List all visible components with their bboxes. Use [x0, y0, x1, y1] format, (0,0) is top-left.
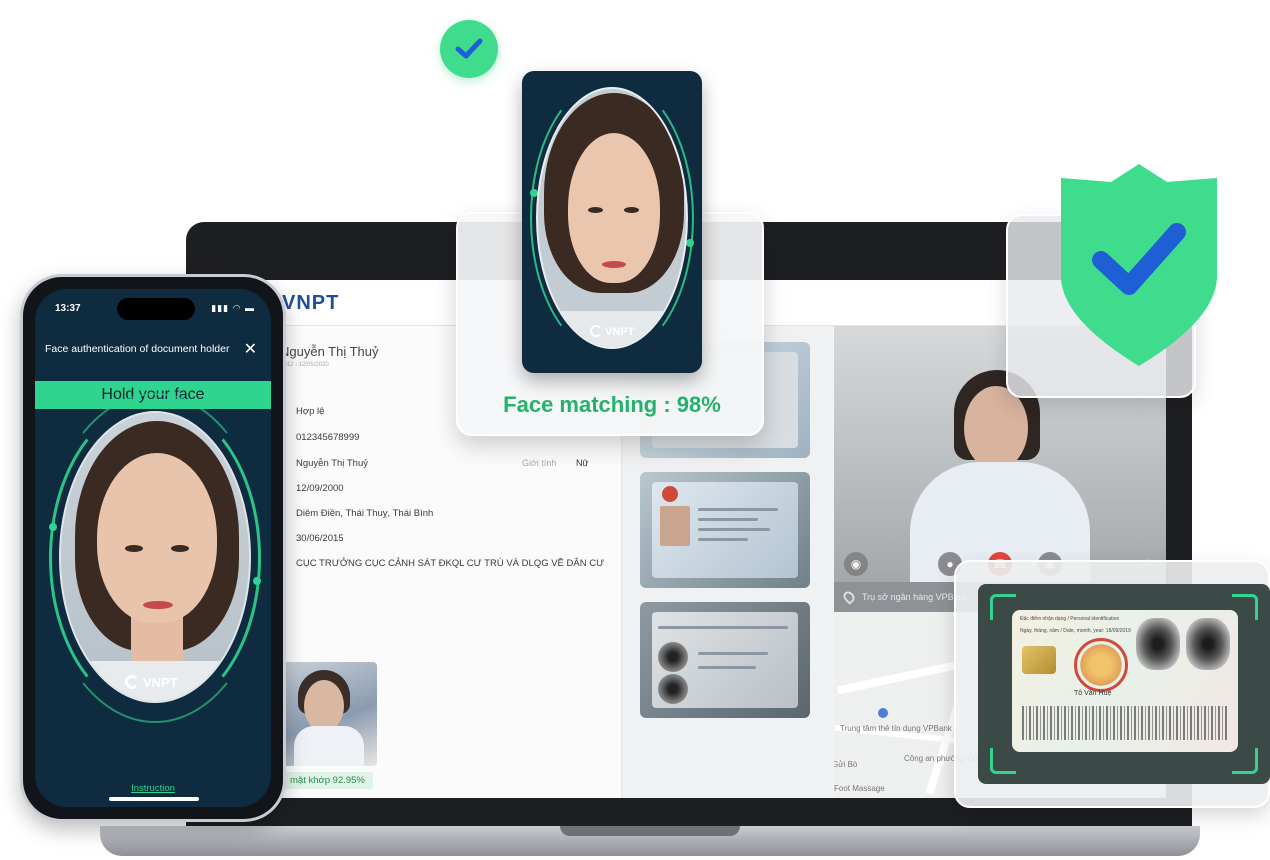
holder-name: Nguyễn Thị Thuỷ	[280, 344, 379, 359]
instruction-link[interactable]: Instruction	[35, 783, 271, 794]
scan-corner	[1232, 748, 1258, 774]
id-card-signer: Tô Văn Huệ	[1074, 690, 1112, 697]
vnpt-watermark-text: VNPT	[143, 675, 178, 690]
info-issue-date: 30/06/2015	[296, 533, 344, 544]
id-card-back: Đặc điểm nhận dạng / Personal identifica…	[1012, 610, 1238, 752]
phone-screen: 13:37 ▮▮▮ ◠ ▬ Face authentication of doc…	[35, 289, 271, 807]
face-guide-dot	[49, 523, 57, 531]
selfie-capture-frame: VNPT	[522, 71, 702, 373]
id-text-line	[698, 528, 770, 531]
home-indicator	[109, 797, 199, 801]
id-text-line	[698, 518, 758, 521]
fingerprint-icon	[1186, 618, 1230, 670]
gender-label: Giới tính	[522, 458, 557, 468]
id-card-header: Đặc điểm nhận dạng / Personal identifica…	[1020, 616, 1120, 622]
phone-frame: 13:37 ▮▮▮ ◠ ▬ Face authentication of doc…	[20, 274, 286, 822]
id-text-line	[698, 538, 748, 541]
face-eye	[588, 207, 603, 213]
face-eye	[171, 545, 189, 552]
id-card-back-image[interactable]	[640, 602, 810, 718]
gender-value: Nữ	[576, 458, 589, 468]
info-birth-date: 12/09/2000	[296, 483, 344, 494]
vnpt-logo-icon	[125, 675, 139, 689]
info-issuer: CỤC TRƯỞNG CỤC CẢNH SÁT ĐKQL CƯ TRÚ VÀ D…	[296, 558, 605, 569]
id-text-line	[658, 626, 788, 629]
check-badge-icon	[440, 20, 498, 78]
map-label: Trung tâm thẻ tín dụng VPBank	[840, 724, 952, 733]
map-poi-icon[interactable]	[878, 708, 888, 718]
face-lips	[602, 261, 626, 268]
info-status: Hợp lệ	[296, 406, 325, 417]
info-full-name: Nguyễn Thị Thuỷ	[296, 458, 368, 469]
selfie-face-oval: VNPT	[536, 87, 688, 349]
id-card-front-image[interactable]	[640, 472, 810, 588]
chip-icon	[1022, 646, 1056, 674]
app-logo[interactable]: VNPT	[282, 292, 339, 315]
mrz-barcode	[1022, 706, 1228, 740]
id-text-line	[698, 652, 768, 655]
thumb-body	[294, 726, 364, 766]
id-back-inner	[652, 612, 798, 708]
id-text-line	[698, 508, 778, 511]
info-address: Diêm Điền, Thái Thuỵ, Thái Bình	[296, 508, 434, 519]
agent-face	[964, 386, 1028, 470]
shield-check-icon	[1061, 164, 1217, 366]
holder-subtitle: 2012 - 12/05/2020	[280, 362, 329, 368]
id-text-line	[698, 666, 756, 669]
map-label: Foot Massage	[834, 784, 885, 793]
face-match-score: Face matching : 98%	[503, 392, 721, 417]
official-seal-icon	[1074, 638, 1128, 692]
map-label: Gửi Bò	[834, 760, 858, 769]
thumb-face	[304, 680, 344, 732]
vnpt-watermark: VNPT	[125, 675, 178, 690]
location-pin-icon	[841, 589, 857, 605]
close-icon[interactable]: ✕	[244, 339, 257, 359]
selfie-guide-dot	[686, 239, 694, 247]
vnpt-watermark: VNPT	[590, 325, 634, 338]
screen-title: Face authentication of document holder	[45, 343, 230, 355]
id-card-date: Ngày, tháng, năm / Date, month, year: 18…	[1020, 628, 1131, 634]
status-time: 13:37	[55, 303, 81, 314]
face-lips	[143, 601, 173, 609]
vnpt-logo-icon	[590, 325, 602, 337]
face-match-badge: mặt khớp 92.95%	[282, 772, 373, 789]
location-address: Trụ sở ngân hàng VPBank	[862, 592, 969, 602]
fingerprint-icon	[658, 642, 688, 672]
camera-icon[interactable]: ◉	[844, 552, 868, 576]
vnpt-watermark-text: VNPT	[605, 326, 635, 338]
id-photo	[660, 506, 690, 546]
info-id-number: 012345678999	[296, 432, 360, 443]
face-skin	[97, 453, 217, 623]
id-front-inner	[652, 482, 798, 578]
fingerprint-icon	[658, 674, 688, 704]
fingerprint-icon	[1136, 618, 1180, 670]
face-eye	[624, 207, 639, 213]
laptop-notch	[560, 826, 740, 836]
status-icons: ▮▮▮ ◠ ▬	[211, 303, 255, 313]
face-eye	[125, 545, 143, 552]
holder-photo-thumbnail[interactable]	[282, 662, 377, 766]
dynamic-island	[117, 298, 195, 320]
face-capture-oval: VNPT	[59, 411, 251, 703]
scan-corner	[990, 748, 1016, 774]
face-guide-dot	[253, 577, 261, 585]
emblem-icon	[662, 486, 678, 502]
